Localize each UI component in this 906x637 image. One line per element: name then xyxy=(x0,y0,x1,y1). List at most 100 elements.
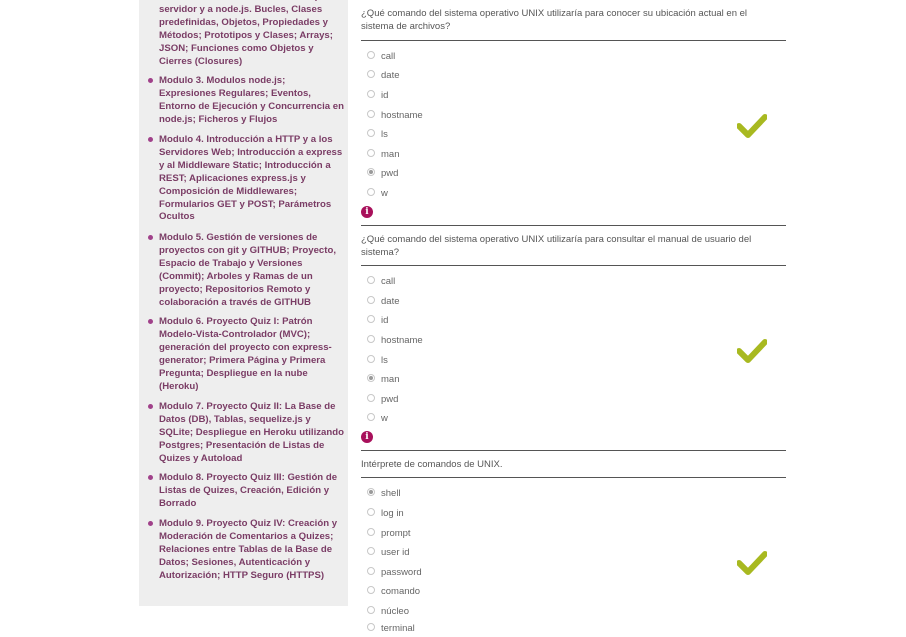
bullet-icon xyxy=(148,475,153,480)
answer-option[interactable]: shell xyxy=(367,488,401,502)
module-title[interactable]: Modulo 5. Gestión de versiones de proyec… xyxy=(159,232,344,309)
answer-option[interactable]: hostname xyxy=(367,110,423,124)
radio-button[interactable] xyxy=(367,110,375,119)
option-label: ls xyxy=(381,355,388,366)
radio-button-selected[interactable] xyxy=(367,374,375,383)
option-label: hostname xyxy=(381,110,423,121)
module-title[interactable]: Modulo 6. Proyecto Quiz I: Patrón Modelo… xyxy=(159,316,344,393)
info-icon[interactable]: i xyxy=(361,431,373,443)
answer-option[interactable]: ls xyxy=(367,355,388,369)
option-label: w xyxy=(381,413,388,424)
question-text: ¿Qué comando del sistema operativo UNIX … xyxy=(361,8,748,32)
divider xyxy=(361,265,786,266)
info-icon[interactable]: i xyxy=(361,206,373,218)
question-text: ¿Qué comando del sistema operativo UNIX … xyxy=(361,234,752,258)
radio-button[interactable] xyxy=(367,606,375,615)
option-label: call xyxy=(381,51,396,62)
answer-option[interactable]: id xyxy=(367,90,388,104)
option-label: w xyxy=(381,188,388,199)
answer-option[interactable]: man xyxy=(367,374,399,388)
radio-button[interactable] xyxy=(367,508,375,517)
answer-option[interactable]: man xyxy=(367,149,399,163)
divider xyxy=(361,477,786,478)
answer-option[interactable]: núcleo xyxy=(367,606,409,620)
option-label: prompt xyxy=(381,528,411,539)
radio-button[interactable] xyxy=(367,296,375,305)
radio-button-selected[interactable] xyxy=(367,488,375,497)
radio-button[interactable] xyxy=(367,355,375,364)
option-label: hostname xyxy=(381,335,423,346)
bullet-icon xyxy=(148,319,153,324)
radio-button[interactable] xyxy=(367,547,375,556)
option-label: call xyxy=(381,276,396,287)
option-label: date xyxy=(381,296,400,307)
answer-option[interactable]: ls xyxy=(367,129,388,143)
radio-button[interactable] xyxy=(367,315,375,324)
bullet-icon xyxy=(148,404,153,409)
answer-option[interactable]: date xyxy=(367,70,400,84)
answer-option[interactable]: terminal xyxy=(367,623,415,637)
module-title[interactable]: Modulo 4. Introducción a HTTP y a los Se… xyxy=(159,134,344,224)
divider xyxy=(361,225,786,226)
question-text: Intérprete de comandos de UNIX. xyxy=(361,459,503,470)
option-label: man xyxy=(381,374,400,385)
divider xyxy=(361,40,786,41)
bullet-icon xyxy=(148,235,153,240)
option-label: terminal xyxy=(381,623,415,634)
radio-button[interactable] xyxy=(367,335,375,344)
answer-option[interactable]: pwd xyxy=(367,394,398,408)
answer-option[interactable]: id xyxy=(367,315,388,329)
checkmark-icon xyxy=(737,114,767,138)
answer-option[interactable]: pwd xyxy=(367,168,398,182)
bullet-icon xyxy=(148,521,153,526)
option-label: password xyxy=(381,567,422,578)
answer-option[interactable]: prompt xyxy=(367,528,411,542)
module-title[interactable]: Modulo 2. Introducción a JavaScript de s… xyxy=(159,0,344,68)
option-label: pwd xyxy=(381,394,399,405)
radio-button[interactable] xyxy=(367,90,375,99)
radio-button[interactable] xyxy=(367,623,375,632)
answer-option[interactable]: comando xyxy=(367,586,420,600)
answer-option[interactable]: hostname xyxy=(367,335,423,349)
option-label: id xyxy=(381,90,389,101)
module-title[interactable]: Modulo 7. Proyecto Quiz II: La Base de D… xyxy=(159,401,344,466)
answer-option[interactable]: w xyxy=(367,413,388,427)
option-label: log in xyxy=(381,508,404,519)
radio-button[interactable] xyxy=(367,149,375,158)
radio-button[interactable] xyxy=(367,567,375,576)
radio-button-selected[interactable] xyxy=(367,168,375,177)
module-title[interactable]: Modulo 8. Proyecto Quiz III: Gestión de … xyxy=(159,472,344,511)
radio-button[interactable] xyxy=(367,394,375,403)
option-label: pwd xyxy=(381,168,399,179)
option-label: núcleo xyxy=(381,606,409,617)
option-label: user id xyxy=(381,547,410,558)
answer-option[interactable]: w xyxy=(367,188,388,202)
radio-button[interactable] xyxy=(367,70,375,79)
option-label: ls xyxy=(381,129,388,140)
radio-button[interactable] xyxy=(367,586,375,595)
module-title[interactable]: Modulo 3. Modulos node.js; Expresiones R… xyxy=(159,75,344,127)
module-title[interactable]: Modulo 9. Proyecto Quiz IV: Creación y M… xyxy=(159,518,344,583)
divider xyxy=(361,450,786,451)
radio-button[interactable] xyxy=(367,528,375,537)
answer-option[interactable]: date xyxy=(367,296,400,310)
radio-button[interactable] xyxy=(367,188,375,197)
radio-button[interactable] xyxy=(367,276,375,285)
checkmark-icon xyxy=(737,339,767,363)
bullet-icon xyxy=(148,137,153,142)
course-sidebar: Modulo 2. Introducción a JavaScript de s… xyxy=(139,0,348,606)
radio-button[interactable] xyxy=(367,413,375,422)
option-label: shell xyxy=(381,488,401,499)
bullet-icon xyxy=(148,78,153,83)
answer-option[interactable]: password xyxy=(367,567,422,581)
answer-option[interactable]: log in xyxy=(367,508,404,522)
option-label: id xyxy=(381,315,389,326)
answer-option[interactable]: call xyxy=(367,276,395,290)
quiz-results: ¿Qué comando del sistema operativo UNIX … xyxy=(361,0,786,637)
checkmark-icon xyxy=(737,551,767,575)
answer-option[interactable]: user id xyxy=(367,547,410,561)
radio-button[interactable] xyxy=(367,51,375,60)
radio-button[interactable] xyxy=(367,129,375,138)
option-label: comando xyxy=(381,586,421,597)
answer-option[interactable]: call xyxy=(367,51,395,65)
